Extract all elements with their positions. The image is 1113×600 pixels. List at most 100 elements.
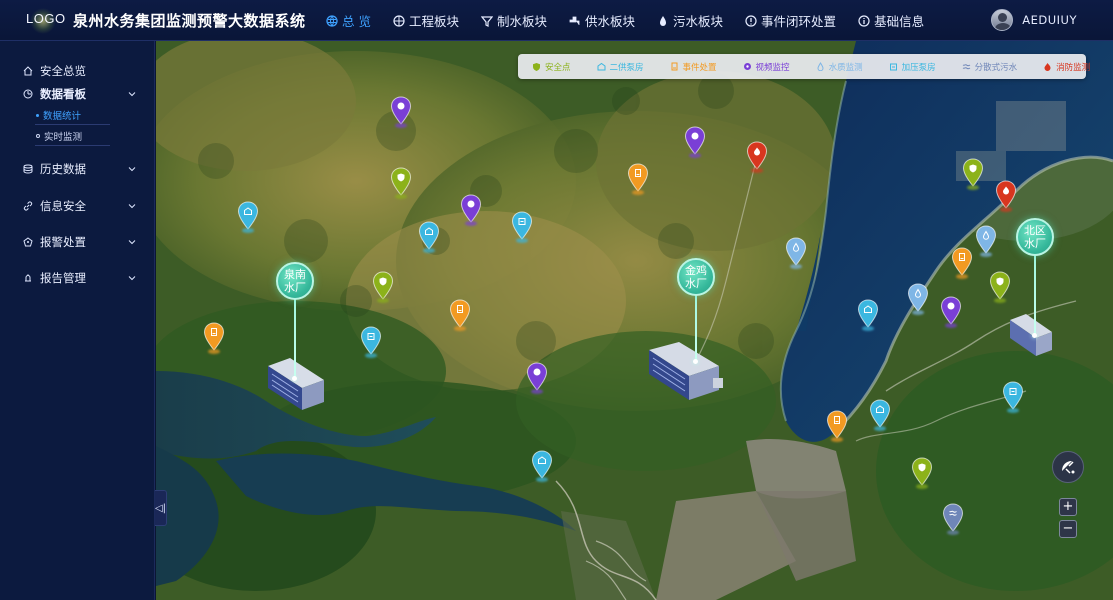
sidebar-item-safety-overview[interactable]: 安全总览 [0,59,155,83]
map-marker-shield[interactable] [390,167,412,199]
chevron-down-icon [128,167,136,172]
map-view[interactable] [156,41,1113,600]
legend-item[interactable]: 分散式污水 [962,61,1017,73]
bullet-icon [36,134,40,138]
map-marker-water-quality[interactable] [975,225,997,257]
sidebar-item-report-management[interactable]: 报告管理 [0,266,155,290]
sidebar-item-info-security[interactable]: 信息安全 [0,194,155,218]
map-marker-event[interactable] [203,322,225,354]
legend-label: 水质监测 [828,62,863,73]
sewage-icon [962,64,970,70]
map-marker-camera[interactable] [460,194,482,226]
map-marker-pump-house[interactable] [418,221,440,253]
nav-item-basic-info[interactable]: 基础信息 [858,11,924,30]
sidebar-item-alarm-handling[interactable]: 报警处置 [0,230,155,254]
avatar[interactable] [991,9,1014,31]
nav-label: 基础信息 [874,14,925,29]
zoom-in-button[interactable]: + [1059,498,1077,516]
app-title: 泉州水务集团监测预警大数据系统 [73,12,306,30]
fire-icon [1044,63,1051,71]
map-marker-booster-pump[interactable] [511,211,533,243]
bullet-icon [36,113,39,117]
marker-glow [377,298,389,303]
map-marker-fire[interactable] [995,180,1017,212]
map-marker-event[interactable] [449,299,471,331]
marker-glow [916,484,928,489]
compass-button[interactable] [1052,451,1084,483]
sidebar-subitem-statistics[interactable]: 数据统计 [35,106,110,125]
nav-item-water-production[interactable]: 制水板块 [481,11,547,30]
nav-label: 供水板块 [585,14,636,29]
marker-glow [689,153,701,158]
map-marker-camera[interactable] [940,296,962,328]
marker-pin-icon [995,180,1017,209]
sidebar-subitem-label: 实时监测 [44,132,83,143]
map-marker-camera[interactable] [526,362,548,394]
sidebar-item-label: 信息安全 [40,199,86,213]
plant-label-quannan[interactable]: 泉南 水厂 [276,262,314,300]
map-marker-shield[interactable] [962,158,984,190]
map-marker-booster-pump[interactable] [360,326,382,358]
map-marker-pump-house[interactable] [531,450,553,482]
legend-item[interactable]: 安全点 [532,61,571,73]
marker-pin-icon [857,299,879,328]
map-marker-fire[interactable] [746,141,768,173]
marker-glow [365,353,377,358]
marker-pin-icon [203,322,225,351]
dashboard-icon [23,89,33,99]
plant-building-beiqu[interactable] [1006,314,1056,364]
nav-item-engineering[interactable]: 工程板块 [393,11,459,30]
nav-item-event-handling[interactable]: 事件闭环处置 [745,11,836,30]
map-marker-water-quality[interactable] [907,283,929,315]
marker-pin-icon [1002,381,1024,410]
legend-label: 加压泵房 [901,62,936,73]
top-header: LOGO 泉州水务集团监测预警大数据系统 总 览 工程板块 制水板块 供水板块 … [0,0,1113,41]
map-marker-shield[interactable] [911,457,933,489]
logo: LOGO [26,11,66,26]
map-marker-water-quality[interactable] [785,237,807,269]
map-marker-booster-pump[interactable] [1002,381,1024,413]
map-marker-shield[interactable] [989,271,1011,303]
nav-label: 制水板块 [497,14,548,29]
legend-item[interactable]: 二供泵房 [597,61,644,73]
nav-item-sewage[interactable]: 污水板块 [657,11,723,30]
map-marker-pump-house[interactable] [869,399,891,431]
marker-glow [1000,207,1012,212]
map-marker-sewage[interactable] [942,503,964,535]
map-marker-pump-house[interactable] [237,201,259,233]
legend-item[interactable]: 消防监测 [1043,61,1090,73]
globe-icon [326,14,338,27]
plant-anchor-dot [693,359,698,364]
nav-item-water-supply[interactable]: 供水板块 [569,11,635,30]
legend-item[interactable]: 加压泵房 [889,61,936,73]
map-marker-camera[interactable] [390,96,412,128]
map-marker-event[interactable] [627,163,649,195]
sidebar-item-history[interactable]: 历史数据 [0,157,155,181]
plant-label-jinji[interactable]: 金鸡 水厂 [677,258,715,296]
sidebar-subitem-realtime[interactable]: 实时监测 [35,127,110,146]
sidebar-item-data-board[interactable]: 数据看板 [0,82,155,106]
marker-glow [947,530,959,535]
plant-label-beiqu[interactable]: 北区 水厂 [1016,218,1054,256]
zoom-out-button[interactable]: − [1059,520,1077,538]
legend-item[interactable]: 视频监控 [743,61,790,73]
map-marker-pump-house[interactable] [857,299,879,331]
legend-item[interactable]: 水质监测 [816,61,863,73]
marker-glow [454,326,466,331]
user-menu[interactable]: AEDUIUY [991,9,1077,31]
map-marker-camera[interactable] [684,126,706,158]
sidebar: 安全总览 数据看板 数据统计 实时监测 历史数据 信息安全 报警处置 报告管理 [0,41,155,600]
satellite-terrain [156,41,1113,600]
legend-item[interactable]: 事件处置 [670,61,717,73]
map-marker-event[interactable] [951,247,973,279]
marker-pin-icon [460,194,482,223]
plant-building-jinji[interactable] [645,342,727,412]
sidebar-collapse-button[interactable]: ◁| [155,490,167,526]
marker-pin-icon [360,326,382,355]
map-marker-event[interactable] [826,410,848,442]
map-marker-shield[interactable] [372,271,394,303]
marker-pin-icon [390,167,412,196]
nav-item-overview[interactable]: 总 览 [326,11,371,30]
marker-pin-icon [975,225,997,254]
marker-glow [790,264,802,269]
